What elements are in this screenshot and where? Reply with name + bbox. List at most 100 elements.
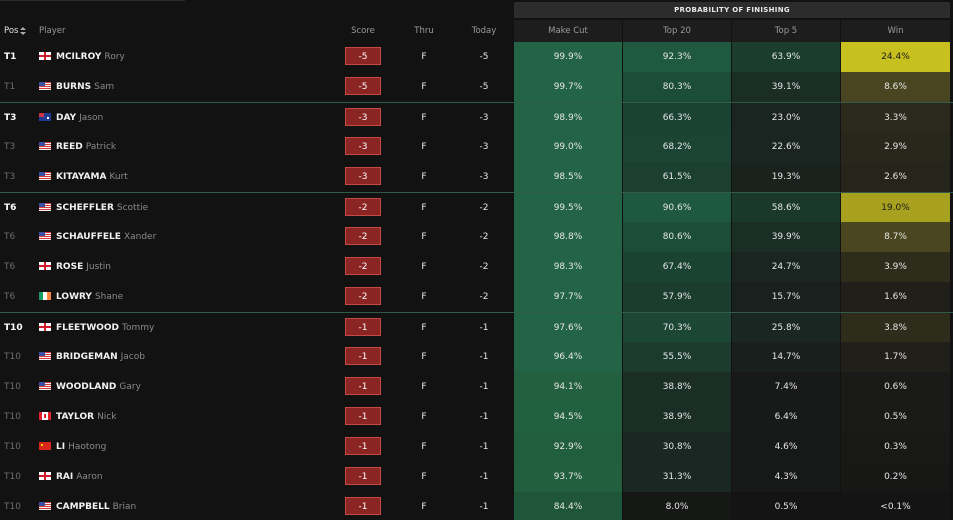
- make-cut-cell: 97.6%: [514, 313, 622, 343]
- make-cut-cell: 99.7%: [514, 72, 622, 102]
- win-cell: 3.9%: [841, 252, 950, 282]
- score-cell: -1: [339, 492, 387, 520]
- player-cell[interactable]: DAY Jason: [39, 103, 103, 133]
- player-cell[interactable]: TAYLOR Nick: [39, 402, 116, 432]
- table-row[interactable]: T10 LI Haotong -1 F -1 92.9% 30.8% 4.6% 0.3%: [0, 432, 953, 462]
- win-cell: 3.3%: [841, 103, 950, 133]
- top20-cell: 68.2%: [623, 132, 731, 162]
- player-cell[interactable]: REED Patrick: [39, 132, 116, 162]
- score-cell: -1: [339, 462, 387, 492]
- table-row[interactable]: T10 WOODLAND Gary -1 F -1 94.1% 38.8% 7.4% 0.6%: [0, 372, 953, 402]
- player-last-name[interactable]: WOODLAND: [56, 382, 116, 392]
- position-cell: T10: [4, 502, 21, 512]
- player-last-name[interactable]: KITAYAMA: [56, 172, 106, 182]
- player-cell[interactable]: BRIDGEMAN Jacob: [39, 342, 145, 372]
- column-player[interactable]: Player: [39, 20, 65, 42]
- column-score[interactable]: Score: [339, 20, 387, 42]
- score-badge: -2: [345, 257, 381, 275]
- column-pos[interactable]: Pos: [4, 20, 27, 42]
- player-cell[interactable]: CAMPBELL Brian: [39, 492, 136, 520]
- top20-cell: 55.5%: [623, 342, 731, 372]
- thru-cell: F: [421, 172, 427, 182]
- player-first-name: Sam: [94, 82, 115, 92]
- table-row[interactable]: T6 LOWRY Shane -2 F -2 97.7% 57.9% 15.7% 1.6%: [0, 282, 953, 312]
- today-cell: -1: [479, 502, 489, 512]
- score-cell: -3: [339, 103, 387, 133]
- player-cell[interactable]: RAI Aaron: [39, 462, 103, 492]
- score-cell: -1: [339, 342, 387, 372]
- player-last-name[interactable]: CAMPBELL: [56, 502, 110, 512]
- table-row[interactable]: T10 BRIDGEMAN Jacob -1 F -1 96.4% 55.5% 14.7% 1.7…: [0, 342, 953, 372]
- score-badge: -2: [345, 287, 381, 305]
- player-cell[interactable]: MCILROY Rory: [39, 42, 125, 72]
- top20-cell: 80.6%: [623, 222, 731, 252]
- flag-usa-icon: [39, 231, 51, 240]
- player-last-name[interactable]: TAYLOR: [56, 412, 94, 422]
- table-row[interactable]: T10 CAMPBELL Brian -1 F -1 84.4% 8.0% 0.5% <0.1%: [0, 492, 953, 520]
- table-row[interactable]: T3 KITAYAMA Kurt -3 F -3 98.5% 61.5% 19.3% 2.6%: [0, 162, 953, 192]
- top5-cell: 0.5%: [732, 492, 840, 520]
- table-row[interactable]: T6 ROSE Justin -2 F -2 98.3% 67.4% 24.7% 3.9%: [0, 252, 953, 282]
- table-row[interactable]: T3 REED Patrick -3 F -3 99.0% 68.2% 22.6% 2.9%: [0, 132, 953, 162]
- player-cell[interactable]: BURNS Sam: [39, 72, 114, 102]
- player-cell[interactable]: KITAYAMA Kurt: [39, 162, 128, 192]
- make-cut-cell: 96.4%: [514, 342, 622, 372]
- table-row[interactable]: T10 RAI Aaron -1 F -1 93.7% 31.3% 4.3% 0.2%: [0, 462, 953, 492]
- player-last-name[interactable]: LI: [56, 442, 65, 452]
- player-rows: T1 MCILROY Rory -5 F -5 99.9% 92.3% 63.9% 24.4% T1…: [0, 42, 953, 520]
- player-last-name[interactable]: ROSE: [56, 262, 83, 272]
- score-badge: -5: [345, 77, 381, 95]
- thru-cell: F: [421, 262, 427, 272]
- player-last-name[interactable]: SCHEFFLER: [56, 203, 114, 213]
- table-row[interactable]: T1 BURNS Sam -5 F -5 99.7% 80.3% 39.1% 8.6%: [0, 72, 953, 102]
- player-cell[interactable]: SCHEFFLER Scottie: [39, 193, 148, 223]
- thru-cell: F: [421, 442, 427, 452]
- player-first-name: Jacob: [120, 352, 145, 362]
- today-cell: -2: [479, 292, 489, 302]
- make-cut-cell: 99.5%: [514, 193, 622, 223]
- win-cell: 2.6%: [841, 162, 950, 192]
- player-last-name[interactable]: REED: [56, 142, 83, 152]
- win-cell: 3.8%: [841, 313, 950, 343]
- table-row[interactable]: T10 FLEETWOOD Tommy -1 F -1 97.6% 70.3% 25.8% 3.8…: [0, 312, 953, 343]
- column-win[interactable]: Win: [841, 20, 950, 42]
- player-last-name[interactable]: LOWRY: [56, 292, 92, 302]
- top20-cell: 31.3%: [623, 462, 731, 492]
- player-last-name[interactable]: MCILROY: [56, 52, 101, 62]
- player-cell[interactable]: SCHAUFFELE Xander: [39, 222, 156, 252]
- flag-chn-icon: [39, 441, 51, 450]
- player-last-name[interactable]: FLEETWOOD: [56, 323, 119, 333]
- table-row[interactable]: T6 SCHEFFLER Scottie -2 F -2 99.5% 90.6% 58.6% 19…: [0, 192, 953, 223]
- column-thru[interactable]: Thru: [405, 20, 443, 42]
- top5-cell: 22.6%: [732, 132, 840, 162]
- table-row[interactable]: T3 DAY Jason -3 F -3 98.9% 66.3% 23.0% 3.3%: [0, 102, 953, 133]
- score-badge: -3: [345, 137, 381, 155]
- player-cell[interactable]: WOODLAND Gary: [39, 372, 141, 402]
- sort-icon[interactable]: [20, 26, 27, 35]
- position-cell: T6: [4, 292, 16, 302]
- table-row[interactable]: T10 TAYLOR Nick -1 F -1 94.5% 38.9% 6.4% 0.5%: [0, 402, 953, 432]
- score-cell: -1: [339, 402, 387, 432]
- player-last-name[interactable]: RAI: [56, 472, 73, 482]
- player-last-name[interactable]: DAY: [56, 113, 76, 123]
- column-make-cut[interactable]: Make Cut: [514, 20, 622, 42]
- thru-cell: F: [421, 142, 427, 152]
- score-cell: -2: [339, 222, 387, 252]
- player-last-name[interactable]: BRIDGEMAN: [56, 352, 118, 362]
- player-last-name[interactable]: BURNS: [56, 82, 91, 92]
- win-cell: 0.6%: [841, 372, 950, 402]
- table-row[interactable]: T1 MCILROY Rory -5 F -5 99.9% 92.3% 63.9% 24.4%: [0, 42, 953, 72]
- column-today[interactable]: Today: [465, 20, 503, 42]
- player-cell[interactable]: LOWRY Shane: [39, 282, 123, 312]
- column-top20[interactable]: Top 20: [623, 20, 731, 42]
- table-row[interactable]: T6 SCHAUFFELE Xander -2 F -2 98.8% 80.6% 39.9% 8.…: [0, 222, 953, 252]
- player-last-name[interactable]: SCHAUFFELE: [56, 232, 121, 242]
- player-cell[interactable]: ROSE Justin: [39, 252, 111, 282]
- column-top5[interactable]: Top 5: [732, 20, 840, 42]
- player-first-name: Scottie: [116, 203, 149, 213]
- win-cell: 24.4%: [841, 42, 950, 72]
- player-cell[interactable]: FLEETWOOD Tommy: [39, 313, 154, 343]
- player-cell[interactable]: LI Haotong: [39, 432, 106, 462]
- make-cut-cell: 93.7%: [514, 462, 622, 492]
- make-cut-cell: 94.5%: [514, 402, 622, 432]
